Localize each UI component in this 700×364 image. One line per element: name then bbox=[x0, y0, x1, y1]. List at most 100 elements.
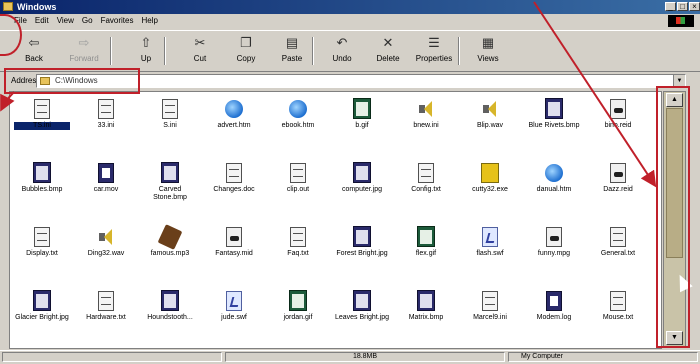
views-button[interactable]: ▦ Views bbox=[468, 35, 508, 63]
file-item[interactable]: clip.out bbox=[270, 162, 326, 194]
file-item[interactable]: Leaves Bright.jpg bbox=[334, 290, 390, 322]
file-item[interactable]: famous.mp3 bbox=[142, 224, 198, 258]
file-item[interactable]: Config.txt bbox=[398, 162, 454, 194]
menu-edit[interactable]: Edit bbox=[31, 14, 53, 25]
copy-button[interactable]: ❐ Copy bbox=[226, 35, 266, 63]
title-bar: Windows _ □ × bbox=[0, 0, 700, 14]
file-item[interactable]: TS.ini bbox=[14, 98, 70, 130]
maximize-button[interactable]: □ bbox=[677, 2, 688, 11]
pic-file-icon bbox=[160, 162, 180, 184]
toolbar-button-label: Properties bbox=[415, 54, 453, 63]
doc-file-icon bbox=[480, 290, 500, 312]
file-item[interactable]: bnew.ini bbox=[398, 98, 454, 130]
file-name-label: Dazz.reid bbox=[603, 186, 633, 193]
file-item[interactable]: flex.gif bbox=[398, 226, 454, 258]
file-item[interactable]: Forest Bright.jpg bbox=[334, 226, 390, 258]
mid-file-icon bbox=[544, 226, 564, 248]
pic-file-icon bbox=[352, 290, 372, 312]
file-item[interactable]: Faq.txt bbox=[270, 226, 326, 258]
file-item[interactable]: Ding32.wav bbox=[78, 226, 134, 258]
file-item[interactable]: Dazz.reid bbox=[590, 162, 646, 194]
file-item[interactable]: Houndstooth... bbox=[142, 290, 198, 322]
file-name-label: bnew.ini bbox=[413, 122, 439, 129]
file-item[interactable]: Marcel9.ini bbox=[462, 290, 518, 322]
up-button[interactable]: ⇧ Up bbox=[126, 35, 166, 63]
file-item[interactable]: advert.htm bbox=[206, 98, 262, 130]
window-title: Windows bbox=[17, 2, 57, 12]
delete-button[interactable]: ✕ Delete bbox=[368, 35, 408, 63]
file-name-label: Config.txt bbox=[411, 186, 441, 193]
close-button[interactable]: × bbox=[689, 2, 700, 11]
file-name-label: Forest Bright.jpg bbox=[336, 250, 388, 257]
gif-file-icon bbox=[416, 226, 436, 248]
file-name-label: cutty32.exe bbox=[472, 186, 508, 193]
file-item[interactable]: General.txt bbox=[590, 226, 646, 258]
paste-button[interactable]: ▤ Paste bbox=[272, 35, 312, 63]
file-item[interactable]: ebook.htm bbox=[270, 98, 326, 130]
file-item[interactable]: Mouse.txt bbox=[590, 290, 646, 322]
file-item[interactable]: Blue Rivets.bmp bbox=[526, 98, 582, 130]
up-folder-icon: ⇧ bbox=[140, 35, 152, 50]
file-item[interactable]: Matrix.bmp bbox=[398, 290, 454, 322]
scrollbar-highlight-callout bbox=[656, 86, 690, 348]
file-name-label: ebook.htm bbox=[281, 122, 315, 129]
menu-go[interactable]: Go bbox=[78, 14, 97, 25]
file-item[interactable]: computer.jpg bbox=[334, 162, 390, 194]
pic-file-icon bbox=[32, 290, 52, 312]
file-name-label: Faq.txt bbox=[287, 250, 309, 257]
file-name-label: Changes.doc bbox=[213, 186, 255, 193]
file-item[interactable]: S.ini bbox=[142, 98, 198, 130]
doc-file-icon bbox=[32, 226, 52, 248]
toolbar-button-label: Forward bbox=[69, 54, 99, 63]
menu-favorites[interactable]: Favorites bbox=[97, 14, 138, 25]
file-name-label: Display.txt bbox=[26, 250, 58, 257]
file-item[interactable]: cutty32.exe bbox=[462, 162, 518, 194]
file-item[interactable]: Changes.doc bbox=[206, 162, 262, 194]
file-item[interactable]: Blip.wav bbox=[462, 98, 518, 130]
undo-button[interactable]: ↶ Undo bbox=[322, 35, 362, 63]
file-item[interactable]: b.gif bbox=[334, 98, 390, 130]
doc-file-icon bbox=[96, 98, 116, 120]
file-item[interactable]: jude.swf bbox=[206, 290, 262, 322]
file-name-label: advert.htm bbox=[217, 122, 251, 129]
forward-button[interactable]: ⇨ Forward bbox=[64, 35, 104, 63]
cut-button[interactable]: ✂ Cut bbox=[180, 35, 220, 63]
properties-button[interactable]: ☰ Properties bbox=[414, 35, 454, 63]
file-name-label: flex.gif bbox=[415, 250, 437, 257]
file-item[interactable]: Glacier Bright.jpg bbox=[14, 290, 70, 322]
minimize-button[interactable]: _ bbox=[665, 2, 676, 11]
file-name-label: TS.ini bbox=[14, 122, 70, 130]
file-item[interactable]: danual.htm bbox=[526, 162, 582, 194]
file-item[interactable]: bino.reid bbox=[590, 98, 646, 130]
file-list-pane: TS.ini 33.ini S.ini advert.htm ebook.htm b.gi… bbox=[9, 91, 662, 349]
menu-view[interactable]: View bbox=[53, 14, 78, 25]
doc-file-icon bbox=[96, 290, 116, 312]
copy-icon: ❐ bbox=[240, 35, 252, 50]
file-item[interactable]: Carved Stone.bmp bbox=[142, 162, 198, 202]
file-name-label: Bubbles.bmp bbox=[21, 186, 63, 193]
doc-file-icon bbox=[288, 162, 308, 184]
file-item[interactable]: Display.txt bbox=[14, 226, 70, 258]
file-name-label: Blue Rivets.bmp bbox=[528, 122, 580, 129]
cd-file-icon bbox=[157, 224, 183, 250]
file-name-label: S.ini bbox=[163, 122, 177, 129]
file-item[interactable]: 33.ini bbox=[78, 98, 134, 130]
file-item[interactable]: funny.mpg bbox=[526, 226, 582, 258]
ie-file-icon bbox=[224, 98, 244, 120]
status-size: 18.8MB bbox=[225, 352, 505, 362]
file-item[interactable]: Hardware.txt bbox=[78, 290, 134, 322]
file-name-label: Blip.wav bbox=[476, 122, 504, 129]
file-item[interactable]: jordan.gif bbox=[270, 290, 326, 322]
file-item[interactable]: Modem.log bbox=[526, 290, 582, 322]
file-item[interactable]: Fantasy.mid bbox=[206, 226, 262, 258]
toolbar-button-label: Copy bbox=[236, 54, 256, 63]
scissors-icon: ✂ bbox=[194, 35, 206, 50]
toolbar-button-label: Views bbox=[477, 54, 499, 63]
file-item[interactable]: flash.swf bbox=[462, 226, 518, 258]
file-name-label: Houndstooth... bbox=[147, 314, 193, 321]
toolbar-separator bbox=[458, 37, 460, 65]
file-item[interactable]: Bubbles.bmp bbox=[14, 162, 70, 194]
file-item[interactable]: car.mov bbox=[78, 162, 134, 194]
toolbar-button-label: Cut bbox=[193, 54, 207, 63]
menu-help[interactable]: Help bbox=[137, 14, 161, 25]
